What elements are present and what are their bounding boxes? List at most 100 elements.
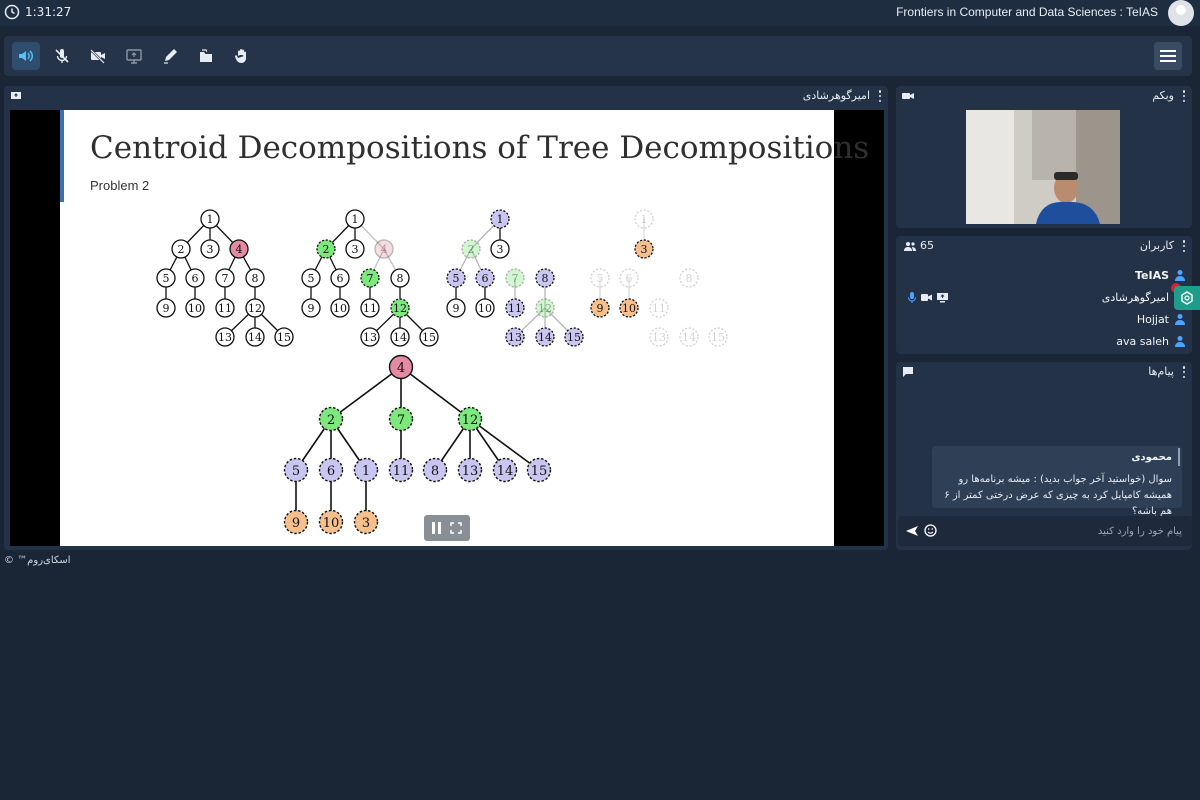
camera-off-icon: [90, 49, 105, 64]
tree-node-label: 13: [462, 464, 479, 479]
fullscreen-icon[interactable]: [450, 522, 462, 534]
tree-node-label: 8: [252, 272, 259, 285]
message-text: سوال (خواستید آخر جواب بدید) : میشه برنا…: [944, 474, 1172, 517]
tree-edge: [400, 366, 471, 420]
user-name: TeIAS: [1134, 268, 1169, 282]
footer-brand: اسکای‌روم™ ©: [4, 555, 71, 566]
tree-node-label: 12: [393, 302, 407, 315]
emoji-icon[interactable]: [924, 524, 937, 537]
tree-node-label: 5: [453, 272, 460, 285]
tree-node-label: 14: [682, 331, 696, 344]
tree-node-label: 4: [236, 243, 243, 256]
pause-icon[interactable]: [432, 522, 442, 534]
mic-icon: [908, 292, 916, 303]
tree-3: 12 35 6 7 89 10 11 1213 14 15: [446, 209, 584, 347]
presentation-options-icon[interactable]: [878, 90, 882, 102]
tree-1: 12 3 45 6 7 89 10 11 1213 14 15: [156, 209, 294, 347]
video-camera-icon: [902, 93, 914, 99]
users-panel: 65 کاربران TeIAS امیرگوهرشادی Hojjat ava…: [896, 236, 1192, 354]
tree-node-label: 10: [323, 516, 340, 531]
tree-node-label: 11: [508, 302, 522, 315]
message-input[interactable]: [942, 520, 1182, 542]
tree-2: 12 3 45 6 7 89 10 11 1213 14 15: [301, 209, 439, 347]
presenter-status-icons: [908, 292, 948, 303]
clock-icon: [4, 4, 20, 20]
screen-share-button[interactable]: [120, 42, 148, 70]
message-scroll-indicator: [1178, 448, 1180, 466]
pen-icon: [164, 49, 177, 64]
chat-icon: [903, 367, 913, 377]
hexagon-icon: [1181, 291, 1193, 305]
session-time: 1:31:27: [25, 5, 72, 19]
tree-node-label: 13: [218, 331, 232, 344]
tree-node-label: 13: [652, 331, 666, 344]
tree-node-label: 7: [367, 272, 374, 285]
tree-node-label: 9: [453, 302, 460, 315]
toolbar: [4, 36, 1192, 76]
tree-node-label: 8: [686, 272, 693, 285]
webcam-video: [966, 110, 1120, 224]
user-row[interactable]: Hojjat: [1137, 310, 1186, 328]
users-count: 65: [904, 239, 934, 252]
player-controls[interactable]: [424, 515, 470, 541]
tree-node-label: 1: [207, 213, 214, 226]
users-options-icon[interactable]: [1182, 240, 1186, 252]
centroid-tree: 12345 6789 10111213 14 15: [283, 354, 552, 535]
message-input-bar: [898, 516, 1192, 546]
tree-node-label: 9: [597, 302, 604, 315]
tree-node-label: 8: [397, 272, 404, 285]
files-button[interactable]: [192, 42, 220, 70]
tree-node-label: 11: [393, 464, 410, 479]
tree-node-label: 7: [512, 272, 519, 285]
user-row[interactable]: TeIAS: [1135, 266, 1186, 284]
user-row[interactable]: ava saleh: [1116, 332, 1186, 350]
tree-node-label: 13: [508, 331, 522, 344]
presentation-icon: [11, 92, 21, 99]
tree-node-label: 6: [482, 272, 489, 285]
tree-node-label: 15: [567, 331, 581, 344]
tree-node-label: 12: [462, 413, 479, 428]
tree-node-label: 3: [497, 243, 504, 256]
main-menu-button[interactable]: [1154, 42, 1182, 70]
camera-button[interactable]: [84, 42, 112, 70]
tree-node-label: 4: [381, 243, 388, 256]
tree-node-label: 6: [337, 272, 344, 285]
raise-hand-button[interactable]: [228, 42, 256, 70]
speaker-button[interactable]: [12, 42, 40, 70]
raise-hand-icon: [234, 49, 246, 63]
tree-node-label: 1: [352, 213, 359, 226]
tree-node-label: 1: [362, 464, 370, 479]
messages-header: پیام‌ها: [896, 362, 1192, 382]
send-icon[interactable]: [906, 525, 918, 537]
speaker-icon: [19, 50, 33, 62]
tree-4: 135 6 89 10 1113 14 15: [590, 209, 728, 347]
floating-widget-button[interactable]: [1174, 286, 1200, 310]
pen-button[interactable]: [156, 42, 184, 70]
user-icon: [1175, 314, 1185, 325]
microphone-button[interactable]: [48, 42, 76, 70]
tree-node-label: 10: [622, 302, 636, 315]
tree-node-label: 10: [188, 302, 202, 315]
tree-node-label: 14: [248, 331, 262, 344]
users-icon: [904, 241, 916, 251]
messages-options-icon[interactable]: [1182, 366, 1186, 378]
tree-node-label: 11: [363, 302, 377, 315]
tree-node-label: 15: [277, 331, 291, 344]
webcam-options-icon[interactable]: [1182, 90, 1186, 102]
mic-muted-icon: [55, 49, 69, 63]
tree-node-label: 11: [218, 302, 232, 315]
tree-node-label: 6: [192, 272, 199, 285]
tree-node-label: 12: [538, 302, 552, 315]
tree-node-label: 7: [397, 413, 405, 428]
tree-node-label: 1: [497, 213, 504, 226]
tree-node-label: 3: [641, 243, 648, 256]
webcam-header: وبکم: [896, 86, 1192, 106]
users-count-value: 65: [920, 239, 934, 252]
user-avatar[interactable]: [1168, 0, 1194, 26]
tree-node-label: 14: [393, 331, 407, 344]
message-author: محمودی: [1131, 452, 1172, 463]
tree-node-label: 6: [626, 272, 633, 285]
hamburger-icon: [1160, 50, 1176, 62]
tree-node-label: 9: [308, 302, 315, 315]
tree-edge: [330, 366, 402, 420]
